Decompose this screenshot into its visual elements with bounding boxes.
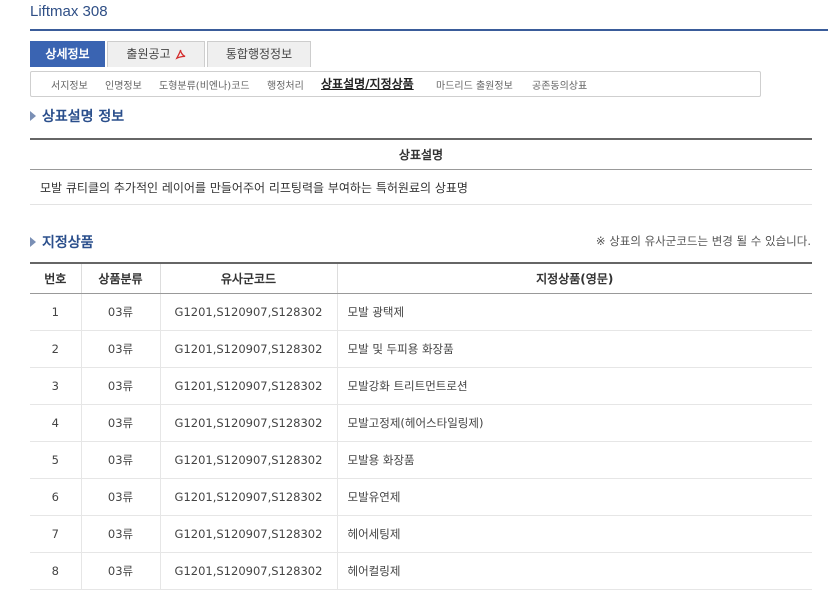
section-title-text: 상표설명 정보 [42,109,125,125]
subtab-description-goods[interactable]: 상표설명/지정상품 [321,75,414,92]
cell-number: 5 [30,441,81,479]
subtab-madrid[interactable]: 마드리드 출원정보 [436,77,513,92]
subtab-persons[interactable]: 인명정보 [105,77,142,92]
tab-detail-info[interactable]: 상세정보 [30,41,105,67]
cell-similar-code: G1201,S120907,S128302 [159,367,337,405]
table-row: 6 03류 G1201,S120907,S128302 모발유연제 [30,478,812,516]
cell-number: 7 [30,515,81,553]
cell-number: 1 [30,293,81,331]
subtab-bar: 서지정보 인명정보 도형분류(비엔나)코드 행정처리 상표설명/지정상품 마드리… [30,71,761,97]
col-header-goods: 지정상품(영문) [336,262,812,294]
cell-similar-code: G1201,S120907,S128302 [159,515,337,553]
subtab-coexistence[interactable]: 공존동의상표 [532,77,587,92]
subtab-vienna-code[interactable]: 도형분류(비엔나)코드 [159,77,250,92]
goods-section-title: 지정상품 [30,232,94,252]
table-row: 2 03류 G1201,S120907,S128302 모발 및 두피용 화장품 [30,330,812,368]
cell-similar-code: G1201,S120907,S128302 [159,441,337,479]
subtab-admin-process[interactable]: 행정처리 [267,77,304,92]
cell-similar-code: G1201,S120907,S128302 [159,293,337,331]
section-title-text: 지정상품 [42,235,94,251]
tab-publication[interactable]: 출원공고 [107,41,205,67]
table-row: 8 03류 G1201,S120907,S128302 헤어컬링제 [30,552,812,590]
tab-label: 상세정보 [45,47,90,61]
triangle-bullet-icon [30,237,36,247]
description-header: 상표설명 [30,138,812,170]
cell-similar-code: G1201,S120907,S128302 [159,552,337,590]
cell-goods: 헤어세팅제 [336,515,812,553]
table-row: 5 03류 G1201,S120907,S128302 모발용 화장품 [30,441,812,479]
table-row: 4 03류 G1201,S120907,S128302 모발고정제(헤어스타일링… [30,404,812,442]
cell-class: 03류 [80,404,160,442]
col-header-class: 상품분류 [80,262,160,294]
table-row: 3 03류 G1201,S120907,S128302 모발강화 트리트먼트로션 [30,367,812,405]
tab-label: 출원공고 [126,47,171,61]
cell-goods: 모발고정제(헤어스타일링제) [336,404,812,442]
cell-goods: 모발용 화장품 [336,441,812,479]
description-text: 모발 큐티클의 추가적인 레이어를 만들어주어 리프팅력을 부여하는 특허원료의… [30,169,812,205]
cell-class: 03류 [80,367,160,405]
cell-class: 03류 [80,293,160,331]
title-divider [30,29,828,31]
main-tabs: 상세정보 출원공고 통합행정정보 [30,41,311,68]
similar-code-note: ※ 상표의 유사군코드는 변경 될 수 있습니다. [595,234,811,248]
cell-class: 03류 [80,478,160,516]
cell-similar-code: G1201,S120907,S128302 [159,404,337,442]
cell-goods: 모발 및 두피용 화장품 [336,330,812,368]
cell-class: 03류 [80,552,160,590]
cell-goods: 헤어컬링제 [336,552,812,590]
subtab-bibliographic[interactable]: 서지정보 [51,77,88,92]
cell-goods: 모발 광택제 [336,293,812,331]
table-row: 1 03류 G1201,S120907,S128302 모발 광택제 [30,293,812,331]
designated-goods-table: 번호 상품분류 유사군코드 지정상품(영문) 1 03류 G1201,S1209… [30,262,812,590]
tab-integrated-admin[interactable]: 통합행정정보 [207,41,311,67]
description-section-title: 상표설명 정보 [30,106,124,126]
cell-similar-code: G1201,S120907,S128302 [159,478,337,516]
cell-goods: 모발강화 트리트먼트로션 [336,367,812,405]
cell-number: 6 [30,478,81,516]
cell-goods: 모발유연제 [336,478,812,516]
cell-class: 03류 [80,515,160,553]
table-row: 7 03류 G1201,S120907,S128302 헤어세팅제 [30,515,812,553]
page-title: Liftmax 308 [30,3,108,20]
cell-number: 8 [30,552,81,590]
triangle-bullet-icon [30,111,36,121]
cell-number: 3 [30,367,81,405]
cell-similar-code: G1201,S120907,S128302 [159,330,337,368]
cell-number: 2 [30,330,81,368]
col-header-number: 번호 [30,262,81,294]
cell-number: 4 [30,404,81,442]
description-table: 상표설명 모발 큐티클의 추가적인 레이어를 만들어주어 리프팅력을 부여하는 … [30,138,812,205]
cell-class: 03류 [80,441,160,479]
cell-class: 03류 [80,330,160,368]
pdf-icon [174,49,185,60]
tab-label: 통합행정정보 [225,47,293,61]
col-header-similar-code: 유사군코드 [159,262,337,294]
